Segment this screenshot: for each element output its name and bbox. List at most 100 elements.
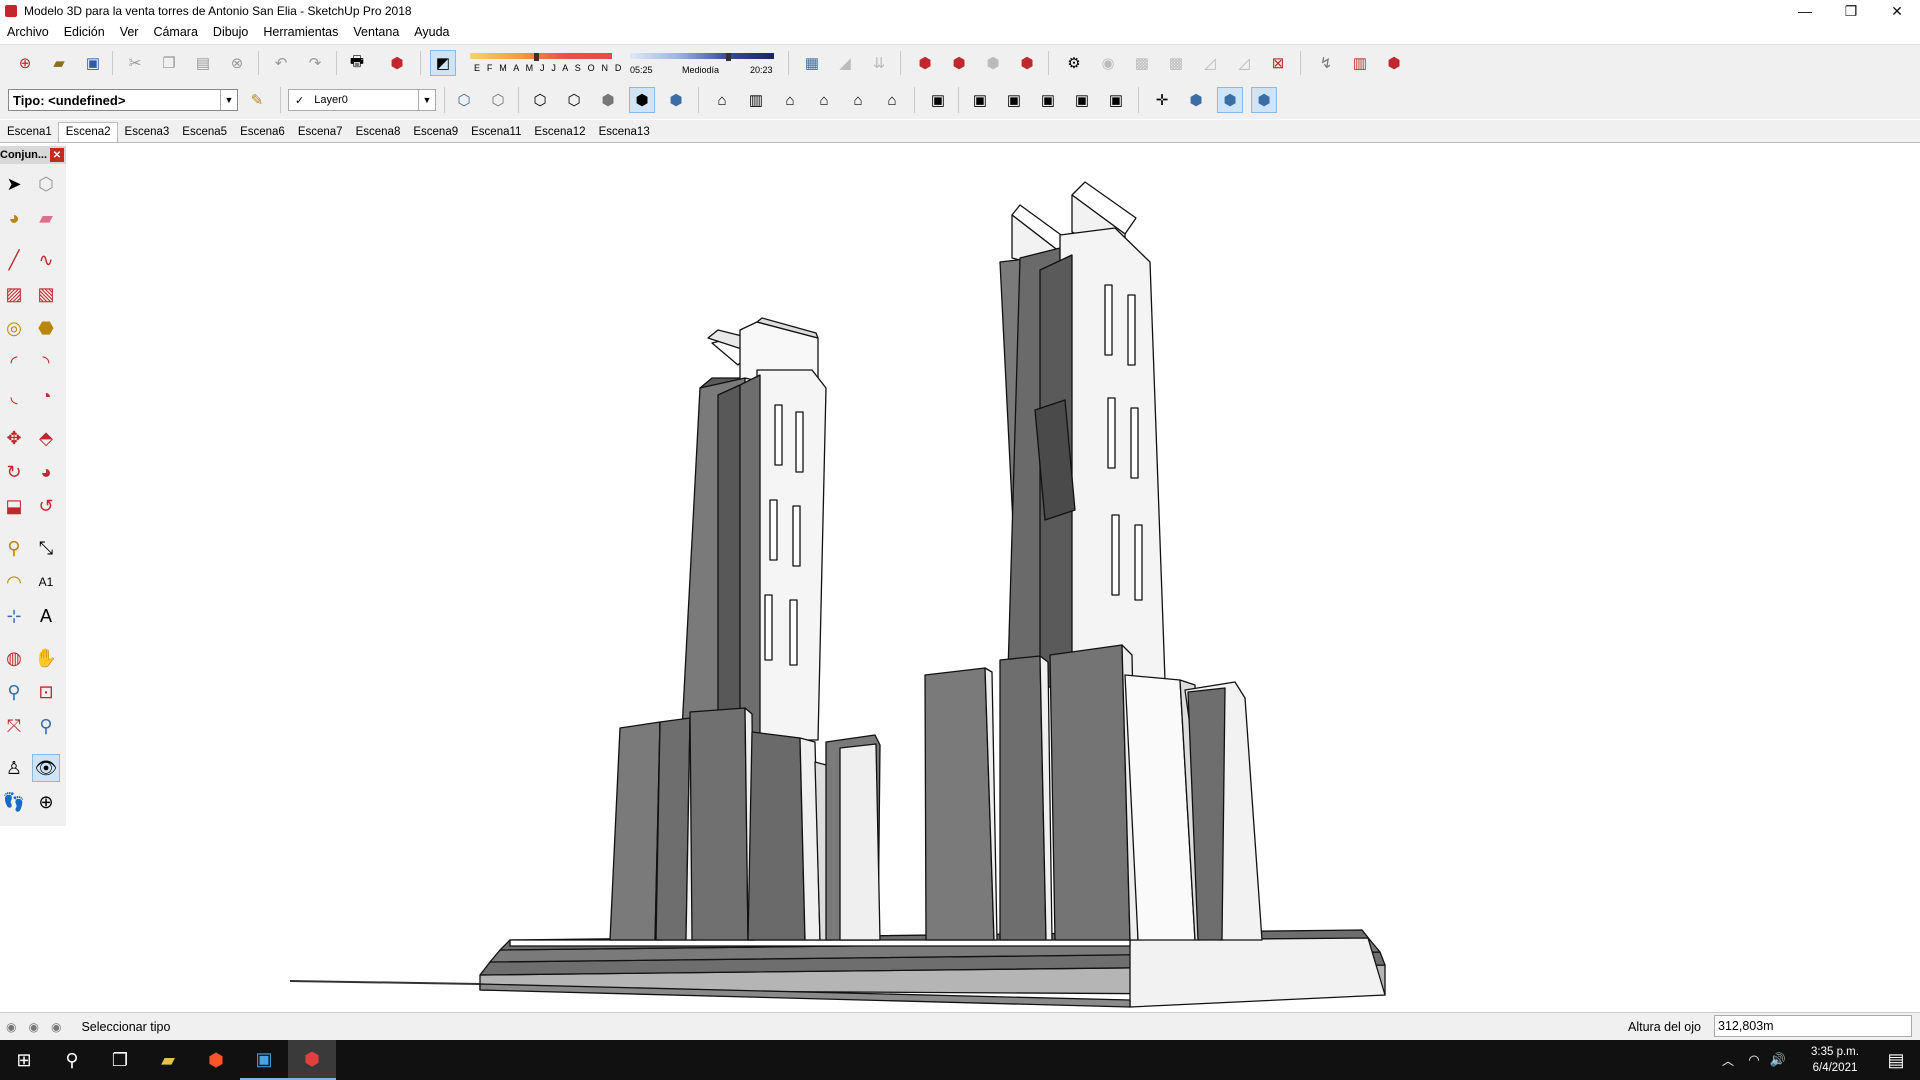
sandbox-flip-icon[interactable]: ◿ — [1231, 50, 1257, 76]
sandbox-drape-icon[interactable]: ▩ — [1163, 50, 1189, 76]
scene-tab[interactable]: Escena3 — [118, 123, 176, 142]
scale-tool-icon[interactable]: ⬓ — [0, 492, 28, 520]
shaded-icon[interactable]: ⬢ — [595, 87, 621, 113]
open-folder-icon[interactable]: ▰ — [46, 50, 72, 76]
line-tool-icon[interactable]: ╱ — [0, 246, 28, 274]
geo-info-icon[interactable]: ◉ — [6, 1020, 16, 1034]
app-window-icon[interactable]: ▣ — [240, 1040, 288, 1080]
iso-view-icon[interactable]: ⌂ — [709, 87, 735, 113]
toggle-terrain-icon[interactable]: ⇊ — [866, 50, 892, 76]
menu-ventana[interactable]: Ventana — [346, 25, 407, 39]
measurements-box[interactable]: 312,803m — [1714, 1015, 1912, 1037]
model-viewport[interactable] — [66, 145, 1920, 1011]
brave-browser-icon[interactable]: ⬢ — [192, 1040, 240, 1080]
push-pull-icon[interactable]: ⬘ — [32, 424, 60, 452]
redo-icon[interactable]: ↷ — [302, 50, 328, 76]
paste-icon[interactable]: ▤ — [190, 50, 216, 76]
menu-dibujo[interactable]: Dibujo — [206, 25, 256, 39]
layer-dropdown[interactable]: ✓ Layer0 ▼ — [288, 89, 436, 111]
orbit-tool-icon[interactable]: ◍ — [0, 644, 28, 672]
share-model-icon[interactable]: ⬢ — [946, 50, 972, 76]
rotate-tool-icon[interactable]: ↻ — [0, 458, 28, 486]
scene-tab[interactable]: Escena9 — [406, 123, 464, 142]
follow-me-icon[interactable]: ◕ — [32, 458, 60, 486]
close-button[interactable]: ✕ — [1874, 0, 1920, 22]
scene-tab[interactable]: Escena6 — [233, 123, 291, 142]
freehand-icon[interactable]: ∿ — [32, 246, 60, 274]
monochrome-icon[interactable]: ⬢ — [663, 87, 689, 113]
back-edges-icon[interactable]: ⬡ — [485, 87, 511, 113]
right-view-icon[interactable]: ⌂ — [811, 87, 837, 113]
subtract-icon[interactable]: ▣ — [1035, 87, 1061, 113]
scene-tab[interactable]: Escena13 — [592, 123, 656, 142]
menu-ayuda[interactable]: Ayuda — [407, 25, 457, 39]
wifi-icon[interactable]: ◠ — [1742, 1040, 1766, 1080]
trim-icon[interactable]: ▣ — [1069, 87, 1095, 113]
delete-guides-icon[interactable]: ⊠ — [1265, 50, 1291, 76]
scene-tab[interactable]: Escena8 — [349, 123, 407, 142]
sandbox-smoove-icon[interactable]: ◉ — [1095, 50, 1121, 76]
save-icon[interactable]: ▣ — [80, 50, 106, 76]
windows-start-icon[interactable]: ⊞ — [0, 1040, 48, 1080]
shadow-time-slider[interactable]: 05:25 Mediodía 20:23 — [630, 53, 774, 79]
shadow-month-slider[interactable]: E F M A M J J A S O N D — [470, 53, 621, 79]
model-info-icon[interactable]: ⬢ — [384, 50, 410, 76]
eraser-icon[interactable]: ▰ — [32, 204, 60, 232]
rectangle-tool-icon[interactable]: ▨ — [0, 280, 28, 308]
sandbox-detail-icon[interactable]: ◿ — [1197, 50, 1223, 76]
section-plane-tool-icon[interactable]: ⊕ — [32, 788, 60, 816]
walk-tool-icon[interactable]: 👣 — [0, 788, 28, 816]
menu-archivo[interactable]: Archivo — [0, 25, 57, 39]
file-explorer-icon[interactable]: ▰ — [144, 1040, 192, 1080]
pan-tool-icon[interactable]: ✋ — [32, 644, 60, 672]
axes-icon[interactable]: ✛ — [1149, 87, 1175, 113]
close-icon[interactable]: ✕ — [50, 148, 64, 162]
tool-palette-header[interactable]: Conjun... ✕ — [0, 146, 66, 164]
warehouse-icon[interactable]: ⬢ — [912, 50, 938, 76]
new-file-icon[interactable]: ⊕ — [12, 50, 38, 76]
polygon-tool-icon[interactable]: ⬣ — [32, 314, 60, 342]
rotated-rectangle-icon[interactable]: ▧ — [32, 280, 60, 308]
menu-edicion[interactable]: Edición — [57, 25, 113, 39]
zoom-window-icon[interactable]: ⊡ — [32, 678, 60, 706]
front-view-icon[interactable]: ⌂ — [777, 87, 803, 113]
minimize-button[interactable]: — — [1782, 0, 1828, 22]
classifier-icon[interactable]: ✎ — [244, 87, 270, 113]
menu-camara[interactable]: Cámara — [146, 25, 205, 39]
print-icon[interactable]: 🖶 — [344, 50, 370, 76]
geo-location-icon[interactable]: ▦ — [799, 50, 825, 76]
style-builder-icon[interactable]: ⬢ — [1381, 50, 1407, 76]
circle-tool-icon[interactable]: ◎ — [0, 314, 28, 342]
scene-tab-active[interactable]: Escena2 — [57, 122, 118, 142]
cut-icon[interactable]: ✂ — [122, 50, 148, 76]
arc-tool-icon[interactable]: ◜ — [0, 348, 28, 376]
offset-tool-icon[interactable]: ↺ — [32, 492, 60, 520]
volume-icon[interactable]: 🔊 — [1766, 1040, 1790, 1080]
maximize-button[interactable]: ❐ — [1828, 0, 1874, 22]
section-plane-icon[interactable]: ⬢ — [1183, 87, 1209, 113]
dimension-tool-icon[interactable]: ⤡ — [32, 534, 60, 562]
tape-measure-icon[interactable]: ⚲ — [0, 534, 28, 562]
scene-tab[interactable]: Escena12 — [527, 123, 591, 142]
copy-icon[interactable]: ❐ — [156, 50, 182, 76]
credits-icon[interactable]: ◉ — [28, 1020, 38, 1034]
sandbox-stamp-icon[interactable]: ▩ — [1129, 50, 1155, 76]
shaded-textures-icon[interactable]: ⬢ — [629, 87, 655, 113]
scene-tab[interactable]: Escena7 — [291, 123, 349, 142]
previous-view-icon[interactable]: ⚲ — [32, 712, 60, 740]
tipo-dropdown[interactable]: Tipo: <undefined> ▼ — [8, 89, 238, 111]
move-tool-icon[interactable]: ✥ — [0, 424, 28, 452]
pie-tool-icon[interactable]: ◔ — [32, 382, 60, 410]
hidden-line-icon[interactable]: ⬡ — [561, 87, 587, 113]
back-view-icon[interactable]: ⌂ — [845, 87, 871, 113]
display-section-cuts-icon[interactable]: ⬢ — [1251, 87, 1277, 113]
extension-warehouse-icon[interactable]: ⬢ — [1014, 50, 1040, 76]
left-view-icon[interactable]: ⌂ — [879, 87, 905, 113]
shadows-toggle-icon[interactable]: ◩ — [430, 50, 456, 76]
xray-icon[interactable]: ⬡ — [451, 87, 477, 113]
select-tool-icon[interactable]: ➤ — [0, 170, 28, 198]
sketchup-taskbar-icon[interactable]: ⬢ — [288, 1040, 336, 1080]
protractor-icon[interactable]: ◠ — [0, 568, 28, 596]
zoom-extents-icon[interactable]: ⤧ — [0, 712, 28, 740]
menu-herramientas[interactable]: Herramientas — [256, 25, 346, 39]
